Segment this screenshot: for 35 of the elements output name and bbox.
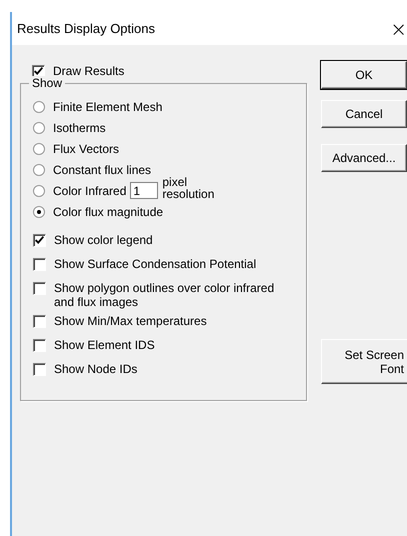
field-label: pixel resolution xyxy=(162,176,214,200)
dialog-button[interactable]: Cancel xyxy=(321,100,407,128)
radio-label: Color Infrared xyxy=(53,184,126,198)
checkbox-label: Show color legend xyxy=(54,233,154,247)
checkbox[interactable] xyxy=(33,315,46,328)
group-title: Show xyxy=(29,76,66,90)
checkbox[interactable] xyxy=(33,282,46,295)
checkbox-label: Draw Results xyxy=(53,64,124,78)
checkbox-label: Show Element IDS xyxy=(54,338,156,352)
radio-label: Flux Vectors xyxy=(53,142,120,156)
checkbox-label: Show polygon outlines over color infrared and flux images xyxy=(54,281,276,309)
checkbox-label: Show Surface Condensation Potential xyxy=(54,257,258,271)
radio-label: Color flux magnitude xyxy=(53,204,164,218)
radio-button[interactable] xyxy=(33,164,45,176)
checkbox[interactable] xyxy=(33,258,46,271)
checkbox[interactable] xyxy=(33,234,46,247)
checkbox[interactable] xyxy=(32,64,45,78)
input-field[interactable]: 1 xyxy=(130,182,158,199)
radio-label: Isotherms xyxy=(53,120,106,134)
window-title: Results Display Options xyxy=(17,21,155,36)
dialog-button[interactable]: OK xyxy=(321,61,407,89)
radio-button[interactable] xyxy=(33,142,45,154)
close-button[interactable]: × xyxy=(390,18,407,38)
checkbox-label: Show Min/Max temperatures xyxy=(54,314,208,328)
radio-label: Finite Element Mesh xyxy=(53,100,162,114)
radio-label: Constant flux lines xyxy=(53,162,152,176)
font-button[interactable]: Set Screen Font xyxy=(321,339,407,384)
checkbox-label: Show Node IDs xyxy=(54,362,138,376)
radio-button[interactable] xyxy=(33,206,45,218)
dialog-button[interactable]: Advanced... xyxy=(321,144,407,172)
radio-button[interactable] xyxy=(33,184,45,196)
checkbox[interactable] xyxy=(33,363,46,376)
checkbox[interactable] xyxy=(33,339,46,352)
radio-button[interactable] xyxy=(33,122,45,134)
radio-button[interactable] xyxy=(33,100,45,112)
